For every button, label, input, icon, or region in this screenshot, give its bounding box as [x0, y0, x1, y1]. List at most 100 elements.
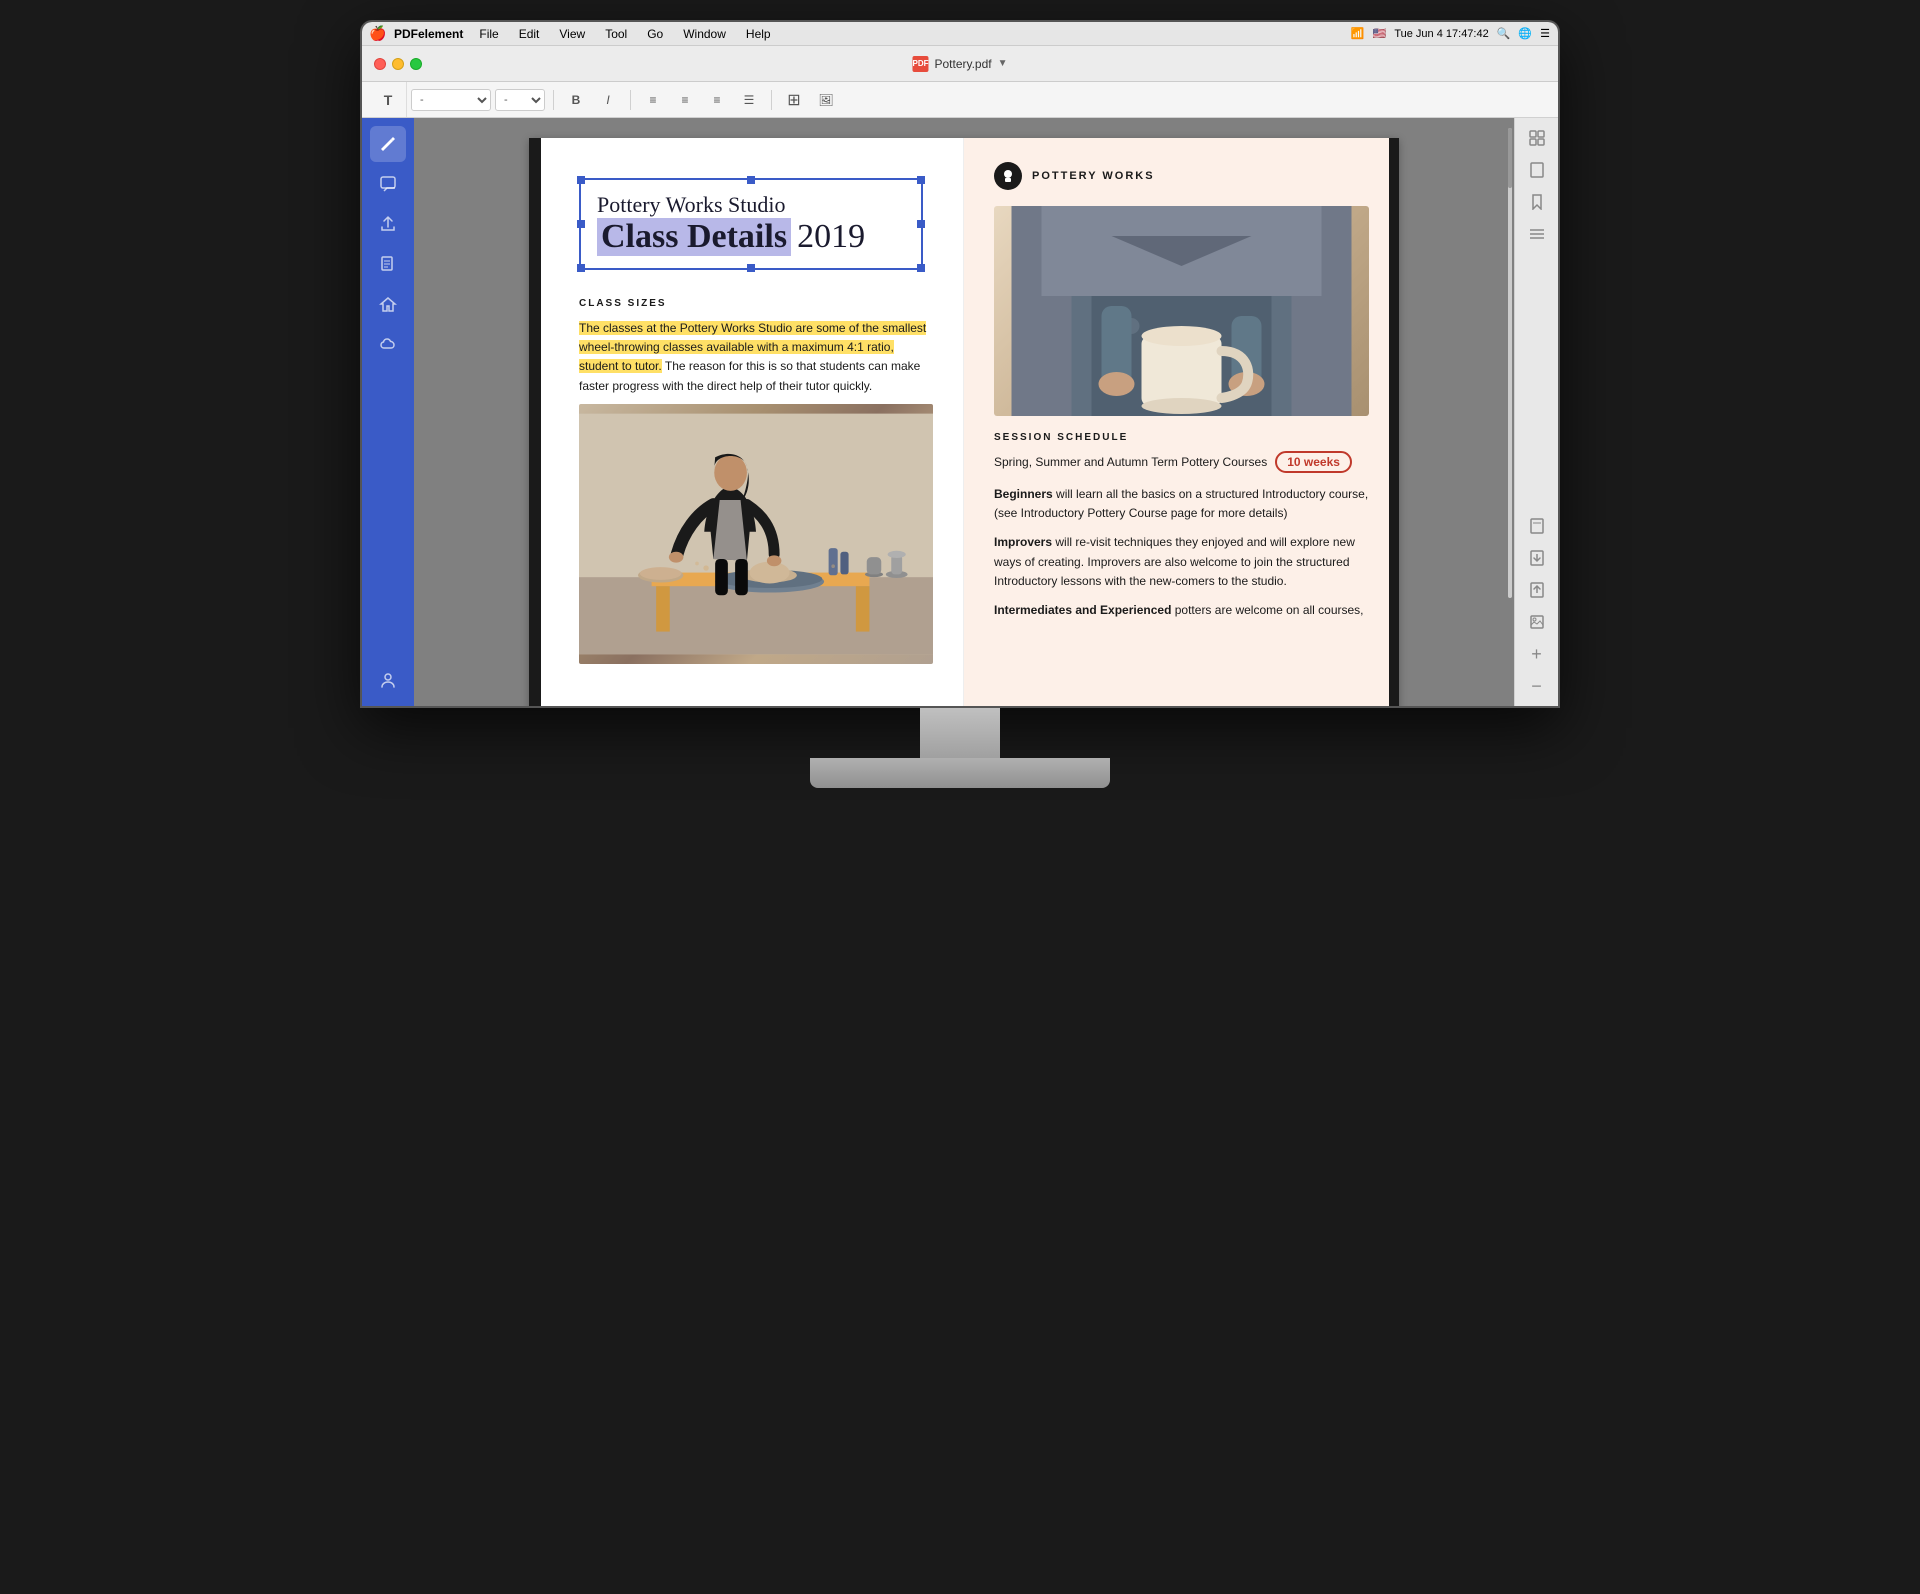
- right-sidebar-download-icon[interactable]: [1525, 546, 1549, 570]
- titlebar-center: PDF Pottery.pdf ▼: [912, 56, 1007, 72]
- right-sidebar-image-icon[interactable]: [1525, 610, 1549, 634]
- handle-mr[interactable]: [917, 220, 925, 228]
- menu-go[interactable]: Go: [643, 25, 667, 43]
- right-sidebar-bookmark-icon[interactable]: [1525, 190, 1549, 214]
- menu-view[interactable]: View: [555, 25, 589, 43]
- weeks-badge: 10 weeks: [1275, 451, 1352, 473]
- minimize-button[interactable]: [392, 58, 404, 70]
- improvers-label: Improvers: [994, 535, 1052, 549]
- session-subtitle: Spring, Summer and Autumn Term Pottery C…: [994, 451, 1369, 473]
- menu-window[interactable]: Window: [679, 25, 730, 43]
- title-year: 2019: [797, 218, 865, 256]
- pdf-area[interactable]: Pottery Works Studio Class Details 2019 …: [414, 118, 1514, 706]
- right-sidebar-minus-icon[interactable]: −: [1525, 674, 1549, 698]
- sidebar-pages-icon[interactable]: [370, 246, 406, 282]
- app-window: PDF Pottery.pdf ▼ T - - B I: [362, 46, 1558, 706]
- font-size-select[interactable]: -: [495, 89, 545, 111]
- menu-tool[interactable]: Tool: [601, 25, 631, 43]
- page-right: POTTERY WORKS: [964, 138, 1399, 706]
- sidebar-comment-icon[interactable]: [370, 166, 406, 202]
- menu-datetime: Tue Jun 4 17:47:42: [1394, 28, 1488, 40]
- bold-button[interactable]: B: [562, 87, 590, 113]
- right-sidebar-add-icon[interactable]: +: [1525, 642, 1549, 666]
- menubar: 🍎 PDFelement File Edit View Tool Go Wind…: [362, 22, 1558, 46]
- pdf-file-icon: PDF: [912, 56, 928, 72]
- title-line2: Class Details 2019: [597, 218, 905, 256]
- black-bar-left: [529, 138, 541, 706]
- menu-edit[interactable]: Edit: [515, 25, 544, 43]
- session-section: SESSION SCHEDULE Spring, Summer and Autu…: [994, 432, 1369, 620]
- sidebar-left: [362, 118, 414, 706]
- menubar-right: 📶 🇺🇸 Tue Jun 4 17:47:42 🔍 🌐 ☰: [1351, 27, 1550, 40]
- chevron-down-icon[interactable]: ▼: [998, 58, 1008, 69]
- menu-list-icon[interactable]: ☰: [1540, 27, 1550, 40]
- align-right-button[interactable]: ≡: [703, 87, 731, 113]
- toolbar: T - - B I ≡ ≡ ≡ ☰ ⊞ 🖼: [362, 82, 1558, 118]
- apple-menu[interactable]: 🍎: [370, 26, 386, 42]
- handle-ml[interactable]: [577, 220, 585, 228]
- right-sidebar-page-icon[interactable]: [1525, 158, 1549, 182]
- toolbar-divider-1: [553, 90, 554, 110]
- title-line1: Pottery Works Studio: [597, 192, 905, 218]
- right-sidebar-lines-icon[interactable]: [1525, 222, 1549, 246]
- pottery-logo: POTTERY WORKS: [994, 162, 1369, 190]
- potter-svg: [579, 404, 933, 664]
- right-sidebar-page2-icon[interactable]: [1525, 514, 1549, 538]
- scrollbar[interactable]: [1508, 128, 1512, 598]
- monitor-base: [810, 758, 1110, 788]
- page-left: Pottery Works Studio Class Details 2019 …: [529, 138, 964, 706]
- mug-image: [994, 206, 1369, 416]
- font-family-select[interactable]: -: [411, 89, 491, 111]
- handle-bl[interactable]: [577, 264, 585, 272]
- align-left-button[interactable]: ≡: [639, 87, 667, 113]
- toolbar-divider-3: [771, 90, 772, 110]
- menu-items: File Edit View Tool Go Window Help: [475, 25, 1351, 43]
- title-class-details: Class Details: [597, 218, 791, 256]
- close-button[interactable]: [374, 58, 386, 70]
- class-sizes-heading: CLASS SIZES: [579, 298, 933, 309]
- table-button[interactable]: ⊞: [780, 87, 808, 113]
- sidebar-edit-icon[interactable]: [370, 126, 406, 162]
- menu-file[interactable]: File: [475, 25, 502, 43]
- class-sizes-highlighted-text: The classes at the Pottery Works Studio …: [579, 319, 933, 396]
- maximize-button[interactable]: [410, 58, 422, 70]
- mug-svg: [994, 206, 1369, 416]
- menu-search-icon[interactable]: 🔍: [1497, 27, 1511, 40]
- align-center-button[interactable]: ≡: [671, 87, 699, 113]
- traffic-lights: [374, 58, 422, 70]
- handle-tl[interactable]: [577, 176, 585, 184]
- menu-flag-icon: 🇺🇸: [1373, 27, 1387, 40]
- toolbar-text-group: T: [370, 82, 407, 117]
- scroll-thumb[interactable]: [1508, 128, 1512, 188]
- app-name[interactable]: PDFelement: [394, 27, 463, 41]
- toolbar-divider-2: [630, 90, 631, 110]
- right-sidebar-upload-icon[interactable]: [1525, 578, 1549, 602]
- pdf-page: Pottery Works Studio Class Details 2019 …: [529, 138, 1399, 706]
- pottery-logo-text: POTTERY WORKS: [1032, 170, 1155, 182]
- sidebar-share-icon[interactable]: [370, 206, 406, 242]
- monitor-neck: [920, 708, 1000, 758]
- menu-help[interactable]: Help: [742, 25, 775, 43]
- sidebar-home-icon[interactable]: [370, 286, 406, 322]
- pottery-logo-icon: [994, 162, 1022, 190]
- italic-button[interactable]: I: [594, 87, 622, 113]
- main-area: Pottery Works Studio Class Details 2019 …: [362, 118, 1558, 706]
- menu-globe-icon[interactable]: 🌐: [1518, 27, 1532, 40]
- align-justify-button[interactable]: ☰: [735, 87, 763, 113]
- intermediates-label: Intermediates and Experienced: [994, 603, 1171, 617]
- right-sidebar-grid-icon[interactable]: [1525, 126, 1549, 150]
- intermediates-desc: Intermediates and Experienced potters ar…: [994, 601, 1369, 620]
- session-subtitle-text: Spring, Summer and Autumn Term Pottery C…: [994, 455, 1267, 469]
- image-button[interactable]: 🖼: [812, 87, 840, 113]
- sidebar-user-icon[interactable]: [370, 662, 406, 698]
- black-bar-right: [1389, 138, 1399, 706]
- title-text-box[interactable]: Pottery Works Studio Class Details 2019: [579, 178, 923, 270]
- text-tool-button[interactable]: T: [374, 87, 402, 113]
- beginners-label: Beginners: [994, 487, 1053, 501]
- pottery-wheel-image: [579, 404, 933, 664]
- handle-tr[interactable]: [917, 176, 925, 184]
- titlebar: PDF Pottery.pdf ▼: [362, 46, 1558, 82]
- handle-br[interactable]: [917, 264, 925, 272]
- sidebar-right: + −: [1514, 118, 1558, 706]
- sidebar-cloud-icon[interactable]: [370, 326, 406, 362]
